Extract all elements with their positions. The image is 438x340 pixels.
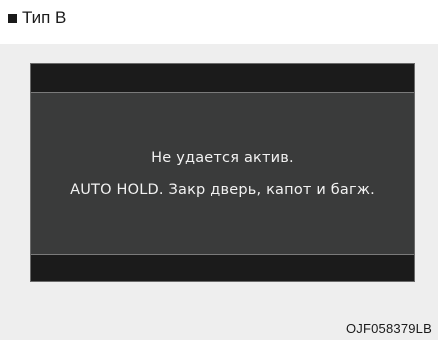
cluster-display: Не удается актив. AUTO HOLD. Закр дверь,… xyxy=(30,63,415,282)
manual-figure: Тип B Не удается актив. AUTO HOLD. Закр … xyxy=(0,0,438,340)
header: Тип B xyxy=(0,0,438,44)
display-top-band xyxy=(31,64,414,93)
figure-code: OJF058379LB xyxy=(345,321,432,336)
variant-label: Тип B xyxy=(8,8,66,28)
variant-label-text: Тип B xyxy=(22,8,67,27)
message-line-2: AUTO HOLD. Закр дверь, капот и багж. xyxy=(70,182,375,198)
display-message-area: Не удается актив. AUTO HOLD. Закр дверь,… xyxy=(31,93,414,255)
square-bullet-icon xyxy=(8,13,17,23)
message-line-1: Не удается актив. xyxy=(151,150,294,166)
display-bottom-band xyxy=(31,254,414,281)
